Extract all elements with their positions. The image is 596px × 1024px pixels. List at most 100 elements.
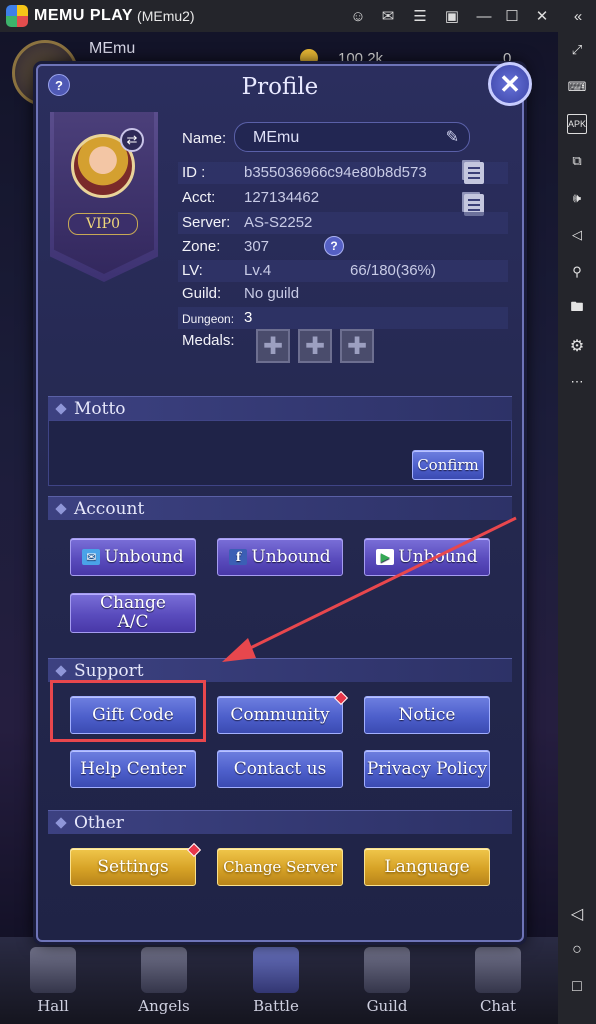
server-label: Server: (182, 214, 231, 231)
menu-icon[interactable]: ☰ (410, 6, 430, 26)
support-header: Support (48, 658, 512, 682)
chat-icon (475, 947, 521, 993)
folder-icon[interactable]: 🖿 (567, 299, 587, 319)
settings-gear-icon[interactable]: ⚙ (567, 336, 587, 356)
account-title: Account (74, 499, 145, 519)
nav-guild-label: Guild (366, 997, 408, 1015)
id-row: ID : b355036966c94e80b8d573 (178, 162, 508, 184)
recent-apps-icon[interactable]: □ (567, 977, 587, 997)
nav-chat-label: Chat (479, 997, 517, 1015)
fullscreen-icon[interactable]: ⤢ (567, 40, 587, 60)
guild-value: No guild (244, 285, 300, 302)
motto-header: Motto (48, 396, 512, 420)
apk-icon[interactable]: APK (567, 114, 587, 134)
diamond-bullet-icon (55, 403, 67, 415)
diamond-bullet-icon (55, 817, 67, 829)
exp-value: 66/180(36%) (350, 262, 436, 279)
guild-icon (364, 947, 410, 993)
dungeon-row: Dungeon: 3 (178, 307, 508, 329)
account-icon[interactable]: ☺ (348, 6, 368, 26)
medals-label: Medals: (182, 332, 235, 349)
contact-us-button[interactable]: Contact us (217, 750, 343, 788)
back-icon[interactable]: ◁ (567, 904, 587, 924)
gift-code-highlight (50, 680, 206, 742)
guild-row: Guild: No guild (178, 283, 508, 305)
maximize-icon[interactable]: ☐ (502, 6, 522, 26)
notification-dot-icon (333, 690, 349, 706)
language-button[interactable]: Language (364, 848, 490, 886)
bind-email-label: Unbound (104, 547, 184, 567)
community-label: Community (230, 705, 330, 725)
lv-value: Lv.4 (244, 262, 272, 279)
community-button[interactable]: Community (217, 690, 349, 734)
notice-button[interactable]: Notice (364, 696, 490, 734)
location-icon[interactable]: ⚲ (567, 262, 587, 282)
emulator-sidebar: ⤢ ⌨ APK ⧉ 🕪 ◁ ⚲ 🖿 ⚙ ⋯ ◁ ○ □ (558, 32, 596, 1024)
id-value: b355036966c94e80b8d573 (244, 164, 427, 181)
privacy-policy-button[interactable]: Privacy Policy (364, 750, 490, 788)
nav-battle[interactable]: Battle (231, 947, 321, 1024)
motto-confirm-button[interactable]: Confirm (412, 450, 484, 480)
name-value: MEmu (253, 129, 300, 146)
volume-up-icon[interactable]: 🕪 (567, 188, 587, 208)
medal-slot-icon[interactable]: ✚ (256, 329, 290, 363)
nav-hall-label: Hall (37, 997, 69, 1015)
id-label: ID : (182, 164, 206, 181)
multi-window-icon[interactable]: ⧉ (567, 151, 587, 171)
help-center-button[interactable]: Help Center (70, 750, 196, 788)
bind-facebook-label: Unbound (251, 547, 331, 567)
nav-guild[interactable]: Guild (342, 947, 432, 1024)
volume-down-icon[interactable]: ◁ (567, 225, 587, 245)
other-header: Other (48, 810, 512, 834)
emulator-title-bar: MEMU PLAY (MEmu2) ☺ ✉ ☰ ▣ — ☐ ✕ « (0, 0, 596, 32)
medal-slot-icon[interactable]: ✚ (298, 329, 332, 363)
change-ac-button[interactable]: Change A/C (70, 593, 196, 633)
bind-google-play-button[interactable]: ▶ Unbound (364, 538, 490, 576)
change-server-button[interactable]: Change Server (217, 848, 343, 886)
lv-label: LV: (182, 262, 203, 279)
medal-slot-icon[interactable]: ✚ (340, 329, 374, 363)
nav-battle-label: Battle (253, 997, 299, 1015)
nav-hall[interactable]: Hall (8, 947, 98, 1024)
diamond-bullet-icon (55, 503, 67, 515)
keyboard-icon[interactable]: ⌨ (567, 77, 587, 97)
settings-label: Settings (97, 857, 169, 877)
minimize-icon[interactable]: — (474, 6, 494, 26)
more-icon[interactable]: ⋯ (567, 372, 587, 392)
emulator-brand: MEMU PLAY (34, 7, 134, 24)
collapse-icon[interactable]: « (568, 6, 588, 26)
bind-facebook-button[interactable]: f Unbound (217, 538, 343, 576)
email-icon: ✉ (82, 549, 101, 565)
swap-avatar-icon[interactable]: ⇄ (120, 128, 144, 152)
google-play-icon: ▶ (376, 549, 395, 565)
zone-label: Zone: (182, 238, 221, 255)
acct-value: 127134462 (244, 189, 320, 206)
screenshot-icon[interactable]: ▣ (442, 6, 462, 26)
angels-icon (141, 947, 187, 993)
edit-quill-icon[interactable]: ✎ (446, 127, 459, 147)
mail-icon[interactable]: ✉ (378, 6, 398, 26)
name-label: Name: (182, 130, 227, 147)
other-title: Other (74, 813, 124, 833)
zone-help-icon[interactable]: ? (324, 236, 344, 256)
zone-value: 307 (244, 238, 270, 255)
account-header: Account (48, 496, 512, 520)
copy-id-icon[interactable] (464, 162, 484, 184)
nav-angels[interactable]: Angels (119, 947, 209, 1024)
server-row: Server: AS-S2252 (178, 212, 508, 234)
name-field[interactable]: MEmu ✎ (234, 122, 470, 152)
nav-chat[interactable]: Chat (453, 947, 543, 1024)
vip-badge: VIP0 (68, 213, 138, 235)
settings-button[interactable]: Settings (70, 842, 202, 886)
server-value: AS-S2252 (244, 214, 313, 231)
acct-row: Acct: 127134462 (178, 187, 508, 209)
facebook-icon: f (229, 549, 248, 565)
bind-email-button[interactable]: ✉ Unbound (70, 538, 196, 576)
support-title: Support (74, 661, 144, 681)
home-icon[interactable]: ○ (567, 940, 587, 960)
close-panel-button[interactable]: ✕ (488, 62, 532, 106)
dungeon-value: 3 (244, 309, 253, 326)
hall-icon (30, 947, 76, 993)
close-icon[interactable]: ✕ (532, 6, 552, 26)
diamond-bullet-icon (55, 665, 67, 677)
